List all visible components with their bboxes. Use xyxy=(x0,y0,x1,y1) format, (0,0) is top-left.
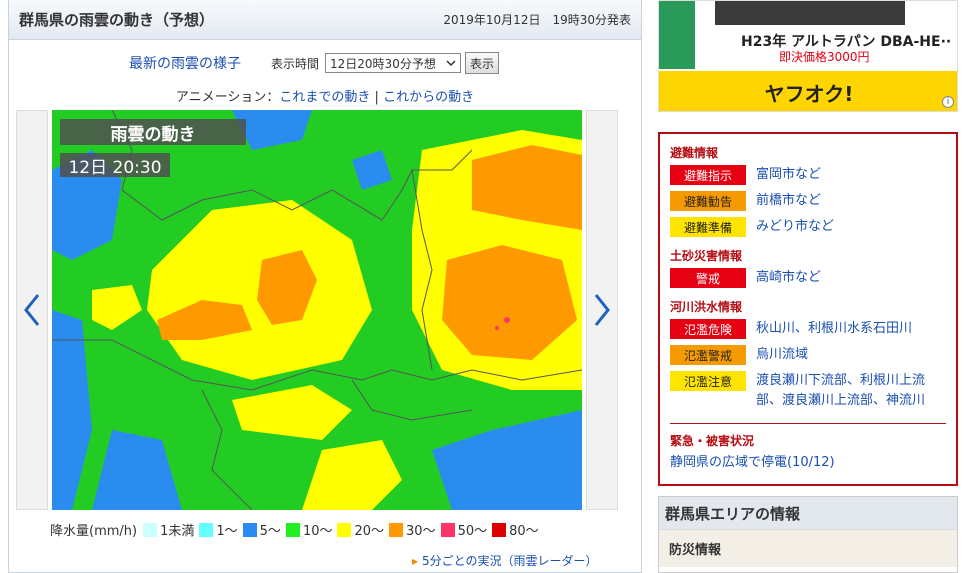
alert-row: 避難準備 みどり市など xyxy=(670,217,946,237)
legend-swatch xyxy=(143,522,158,537)
alert-place-link[interactable]: 烏川流域 xyxy=(756,345,808,365)
next-button[interactable] xyxy=(586,110,618,510)
legend-swatch xyxy=(199,522,214,537)
alert-badge: 避難準備 xyxy=(670,217,746,237)
realtime-radar-link[interactable]: ▸ 5分ごとの実況（雨雲レーダー） xyxy=(412,552,598,569)
show-button[interactable]: 表示 xyxy=(465,52,500,74)
alert-place-link[interactable]: 渡良瀬川下流部、利根川上流部、渡良瀬川上流部、神流川 xyxy=(756,371,946,411)
legend-label: 降水量(mm/h) xyxy=(50,524,138,539)
precip-legend: 降水量(mm/h) 1未満 1〜 5〜 10〜 20〜 30〜 50〜 80〜 xyxy=(50,520,544,539)
alert-row: 氾濫注意 渡良瀬川下流部、利根川上流部、渡良瀬川上流部、神流川 xyxy=(670,371,946,411)
time-select[interactable]: 12日20時30分予想 xyxy=(325,53,462,73)
ad-image-car xyxy=(715,1,905,25)
legend-item-label: 80〜 xyxy=(509,524,539,539)
area-info: 群馬県エリアの情報 防災情報 xyxy=(658,496,958,573)
realtime-radar-label: 5分ごとの実況（雨雲レーダー） xyxy=(422,554,598,568)
alert-badge: 氾濫警戒 xyxy=(670,345,746,365)
chevron-down-icon xyxy=(446,60,456,67)
river-title: 河川洪水情報 xyxy=(670,300,743,314)
legend-item-label: 10〜 xyxy=(302,524,333,539)
emergency-link[interactable]: 静岡県の広域で停電(10/12) xyxy=(670,453,835,473)
chevron-right-icon xyxy=(594,294,610,326)
legend-swatch xyxy=(242,522,257,537)
ad-info-icon[interactable]: i xyxy=(942,96,954,108)
alert-badge: 氾濫注意 xyxy=(670,371,746,391)
legend-swatch xyxy=(337,522,352,537)
map-overlay-title: 雨雲の動き xyxy=(60,119,246,145)
page-title: 群馬県の雨雲の動き（予想） xyxy=(19,11,215,29)
alert-place-link[interactable]: みどり市など xyxy=(756,217,834,237)
legend-item: 30〜 xyxy=(389,520,436,539)
alert-place-link[interactable]: 高崎市など xyxy=(756,268,821,288)
emergency-title: 緊急・被害状況 xyxy=(670,434,755,448)
legend-item-label: 1未満 xyxy=(160,524,195,539)
time-select-value: 12日20時30分予想 xyxy=(330,56,436,71)
rain-map: 雨雲の動き 12日 20:30 xyxy=(52,110,582,510)
alert-badge: 氾濫危険 xyxy=(670,319,746,339)
yahuoku-logo: ヤフオク! xyxy=(764,81,854,106)
alert-divider xyxy=(670,423,946,424)
alert-row: 避難勧告 前橋市など xyxy=(670,191,946,211)
panel-header: 群馬県の雨雲の動き（予想） 2019年10月12日 19時30分発表 xyxy=(9,0,641,40)
alert-row: 氾濫警戒 烏川流域 xyxy=(670,345,946,365)
alert-place-link[interactable]: 前橋市など xyxy=(756,191,821,211)
alert-badge: 避難勧告 xyxy=(670,191,746,211)
legend-item-label: 1〜 xyxy=(216,524,238,539)
evac-title: 避難情報 xyxy=(670,146,719,160)
time-label: 表示時間 xyxy=(271,56,320,71)
legend-item: 50〜 xyxy=(440,520,488,539)
time-toolbar: 最新の雨雲の様子 表示時間 12日20時30分予想 表示 xyxy=(9,40,641,86)
legend-item: 1未満 xyxy=(143,520,194,539)
legend-item: 10〜 xyxy=(285,520,333,539)
legend-item-label: 50〜 xyxy=(457,524,488,539)
legend-item: 1〜 xyxy=(199,520,238,539)
legend-swatch xyxy=(285,522,300,537)
animation-label: アニメーション： xyxy=(175,90,280,105)
ad-logo-bar: ヤフオク! xyxy=(659,71,957,111)
legend-item-label: 5〜 xyxy=(259,524,281,539)
ad-price: 即決価格3000円 xyxy=(779,50,870,64)
legend-swatch xyxy=(440,522,455,537)
disaster-prevention-link[interactable]: 防災情報 xyxy=(659,529,957,567)
map-viewer: 雨雲の動き 12日 20:30 xyxy=(16,110,618,510)
landslide-title: 土砂災害情報 xyxy=(670,249,743,263)
animation-separator: | xyxy=(374,90,379,105)
legend-item: 20〜 xyxy=(337,520,384,539)
ad-banner[interactable]: H23年 アルトラパン DBA-HE·· 即決価格3000円 ヤフオク! i xyxy=(658,0,958,112)
chevron-left-icon xyxy=(24,294,40,326)
triangle-right-icon: ▸ xyxy=(412,554,419,568)
issued-time: 2019年10月12日 19時30分発表 xyxy=(443,13,631,27)
legend-swatch xyxy=(492,522,507,537)
disaster-info-box: 避難情報 避難指示 富岡市など 避難勧告 前橋市など 避難準備 みどり市など 土砂災害… xyxy=(658,132,958,486)
alert-row: 警戒 高崎市など xyxy=(670,268,946,288)
legend-item: 80〜 xyxy=(492,520,539,539)
legend-swatch xyxy=(389,522,404,537)
alert-row: 氾濫危険 秋山川、利根川水系石田川 xyxy=(670,319,946,339)
legend-item: 5〜 xyxy=(242,520,281,539)
area-title: 群馬県エリアの情報 xyxy=(659,497,957,529)
emergency-row: 静岡県の広域で停電(10/12) xyxy=(670,453,946,473)
latest-radar-link[interactable]: 最新の雨雲の様子 xyxy=(129,53,241,73)
alert-badge: 警戒 xyxy=(670,268,746,288)
alert-row: 避難指示 富岡市など xyxy=(670,165,946,185)
ad-image-left xyxy=(659,1,695,69)
animation-links: アニメーション：これまでの動き | これからの動き xyxy=(9,86,641,108)
map-overlay-time: 12日 20:30 xyxy=(60,153,170,178)
alert-place-link[interactable]: 秋山川、利根川水系石田川 xyxy=(756,319,912,339)
alert-badge: 避難指示 xyxy=(670,165,746,185)
alert-place-link[interactable]: 富岡市など xyxy=(756,165,821,185)
legend-item-label: 20〜 xyxy=(354,524,385,539)
past-animation-link[interactable]: これまでの動き xyxy=(279,90,370,105)
future-animation-link[interactable]: これからの動き xyxy=(383,90,474,105)
legend-item-label: 30〜 xyxy=(406,524,436,539)
prev-button[interactable] xyxy=(16,110,48,510)
